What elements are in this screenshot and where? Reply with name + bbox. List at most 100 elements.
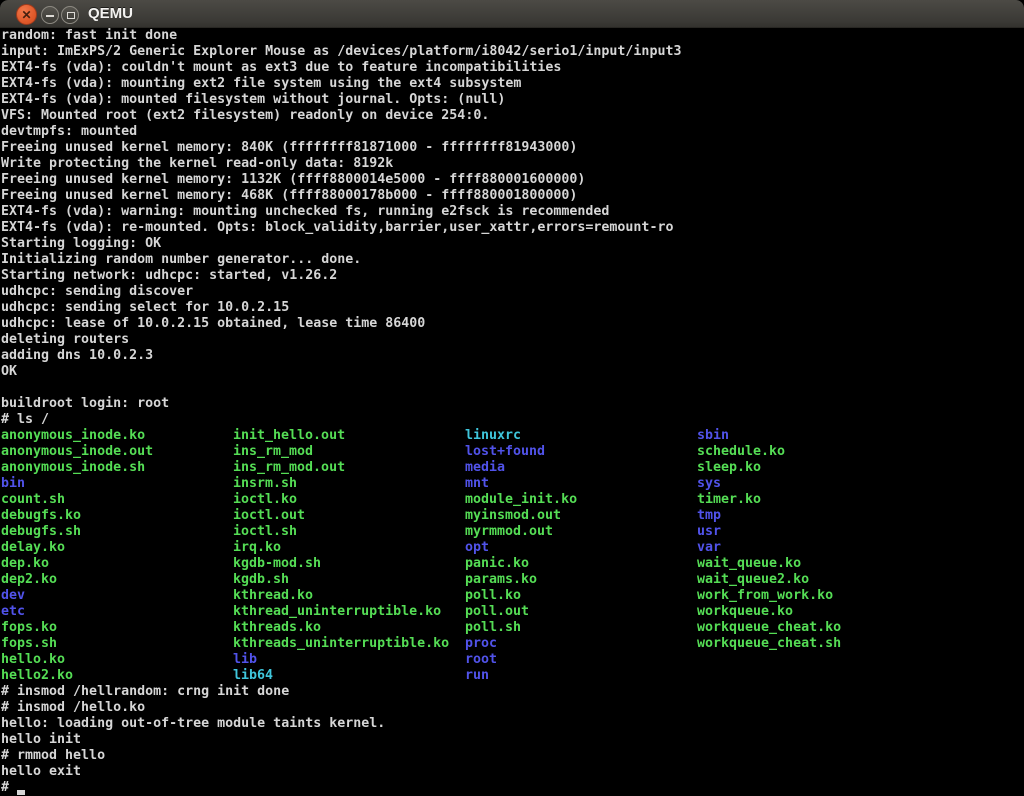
file-entry: poll.ko [465, 588, 521, 604]
directory-entry: media [465, 460, 505, 476]
symlink-entry: lib64 [233, 668, 273, 684]
file-entry: hello.ko [1, 652, 65, 668]
file-entry: panic.ko [465, 556, 529, 572]
file-entry: poll.out [465, 604, 529, 620]
file-entry: fops.ko [1, 620, 57, 636]
file-entry: wait_queue.ko [697, 556, 801, 572]
directory-entry: run [465, 668, 489, 684]
directory-entry: opt [465, 540, 489, 556]
qemu-window: ✕ QEMU random: fast init doneinput: ImEx… [0, 0, 1024, 796]
file-entry: kthreads_uninterruptible.ko [233, 636, 449, 652]
console-line: debugfs.sh ioctl.sh myrmmod.out usr [0, 524, 1024, 540]
console-text: deleting routers [1, 332, 129, 348]
file-entry: dep2.ko [1, 572, 57, 588]
file-entry: kthread.ko [233, 588, 313, 604]
directory-entry: bin [1, 476, 25, 492]
close-icon: ✕ [17, 5, 36, 24]
console-text: EXT4-fs (vda): warning: mounting uncheck… [1, 204, 609, 220]
console-line: deleting routers [0, 332, 1024, 348]
maximize-icon [67, 12, 75, 19]
console-line: anonymous_inode.outins_rm_modlost+founds… [0, 444, 1024, 460]
directory-entry: usr [697, 524, 721, 540]
file-entry: init_hello.out [233, 428, 345, 444]
file-entry: ioctl.ko [233, 492, 297, 508]
file-entry: hello2.ko [1, 668, 73, 684]
file-entry: ioctl.sh [233, 524, 297, 540]
file-entry: count.sh [1, 492, 65, 508]
file-entry: params.ko [465, 572, 537, 588]
maximize-button[interactable] [61, 6, 79, 24]
console-line: udhcpc: sending discover [0, 284, 1024, 300]
directory-entry: sbin [697, 428, 729, 444]
console-line: hello2.ko lib64 run [0, 668, 1024, 684]
command-line: # ls / [0, 412, 1024, 428]
console-text: EXT4-fs (vda): mounting ext2 file system… [1, 76, 521, 92]
console-line: Freeing unused kernel memory: 840K (ffff… [0, 140, 1024, 156]
close-button[interactable]: ✕ [16, 4, 37, 25]
console-line: hello: loading out-of-tree module taints… [0, 716, 1024, 732]
directory-entry: tmp [697, 508, 721, 524]
console-line: OK [0, 364, 1024, 380]
console-text: Write protecting the kernel read-only da… [1, 156, 393, 172]
file-entry: myinsmod.out [465, 508, 561, 524]
directory-entry: mnt [465, 476, 489, 492]
console-text: input: ImExPS/2 Generic Explorer Mouse a… [1, 44, 681, 60]
console-line: Starting logging: OK [0, 236, 1024, 252]
file-entry: module_init.ko [465, 492, 577, 508]
directory-entry: etc [1, 604, 25, 620]
console-text: Freeing unused kernel memory: 840K (ffff… [1, 140, 577, 156]
file-entry: myrmmod.out [465, 524, 553, 540]
file-entry: wait_queue2.ko [697, 572, 809, 588]
titlebar[interactable]: ✕ QEMU [0, 0, 1024, 28]
console-line: hello.kolibroot [0, 652, 1024, 668]
file-entry: kgdb-mod.sh [233, 556, 321, 572]
console-line: hello exit [0, 764, 1024, 780]
directory-entry: proc [465, 636, 497, 652]
console-line: random: fast init done [0, 28, 1024, 44]
prompt-line: # [0, 780, 1024, 796]
console-text: hello exit [1, 764, 81, 780]
console-text: adding dns 10.0.2.3 [1, 348, 153, 364]
terminal-cursor [17, 790, 25, 795]
file-entry: debugfs.ko [1, 508, 81, 524]
console-text: udhcpc: lease of 10.0.2.15 obtained, lea… [1, 316, 425, 332]
file-entry: workqueue.ko [697, 604, 793, 620]
console-text: hello init [1, 732, 81, 748]
login-line: buildroot login: root [0, 396, 1024, 412]
console-text: # rmmod hello [1, 748, 105, 764]
console-line [0, 380, 1024, 396]
console-line: anonymous_inode.koinit_hello.outlinuxrcs… [0, 428, 1024, 444]
file-entry: kthread_uninterruptible.ko [233, 604, 441, 620]
directory-entry: dev [1, 588, 25, 604]
console-text: EXT4-fs (vda): re-mounted. Opts: block_v… [1, 220, 673, 236]
console-text: # ls / [1, 412, 49, 428]
console-line: Starting network: udhcpc: started, v1.26… [0, 268, 1024, 284]
console-text: Starting network: udhcpc: started, v1.26… [1, 268, 337, 284]
console-text: # insmod /hellrandom: crng init done [1, 684, 289, 700]
console-text: udhcpc: sending select for 10.0.2.15 [1, 300, 289, 316]
file-entry: debugfs.sh [1, 524, 81, 540]
console-line: udhcpc: lease of 10.0.2.15 obtained, lea… [0, 316, 1024, 332]
window-title: QEMU [88, 0, 133, 28]
console-line: bininsrm.shmntsys [0, 476, 1024, 492]
console-line: Write protecting the kernel read-only da… [0, 156, 1024, 172]
file-entry: ioctl.out [233, 508, 305, 524]
console-text: Initializing random number generator... … [1, 252, 361, 268]
console-line: anonymous_inode.shins_rm_mod.outmediasle… [0, 460, 1024, 476]
terminal-screen[interactable]: random: fast init doneinput: ImExPS/2 Ge… [0, 28, 1024, 796]
file-entry: timer.ko [697, 492, 761, 508]
symlink-entry: linuxrc [465, 428, 521, 444]
console-line: udhcpc: sending select for 10.0.2.15 [0, 300, 1024, 316]
minimize-button[interactable] [41, 6, 59, 24]
console-line: delay.koirq.kooptvar [0, 540, 1024, 556]
console-line: VFS: Mounted root (ext2 filesystem) read… [0, 108, 1024, 124]
console-text: Starting logging: OK [1, 236, 161, 252]
file-entry: schedule.ko [697, 444, 785, 460]
directory-entry: sys [697, 476, 721, 492]
file-entry: irq.ko [233, 540, 281, 556]
file-entry: ins_rm_mod.out [233, 460, 345, 476]
console-line: count.sh ioctl.ko module_init.ko timer.ko [0, 492, 1024, 508]
file-entry: anonymous_inode.sh [1, 460, 145, 476]
console-line: adding dns 10.0.2.3 [0, 348, 1024, 364]
directory-entry: var [697, 540, 721, 556]
